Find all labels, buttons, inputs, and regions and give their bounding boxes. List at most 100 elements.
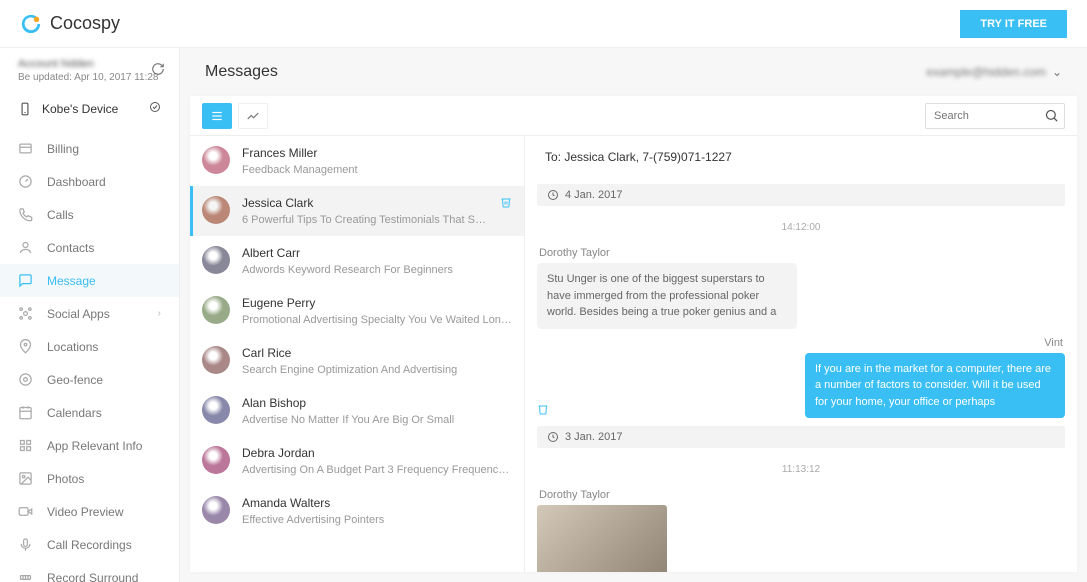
conversation-item[interactable]: Eugene Perry Promotional Advertising Spec… <box>190 286 524 336</box>
page-title: Messages <box>205 63 278 81</box>
contacts-icon <box>18 240 33 255</box>
search-icon[interactable] <box>1044 108 1059 126</box>
conversation-item[interactable]: Albert Carr Adwords Keyword Research For … <box>190 236 524 286</box>
sidebar: Account hidden Be updated: Apr 10, 2017 … <box>0 48 180 582</box>
sidebar-item-dashboard[interactable]: Dashboard <box>0 165 179 198</box>
account-dropdown[interactable]: example@hidden.com ⌄ <box>926 65 1062 79</box>
conversation-item[interactable]: Alan Bishop Advertise No Matter If You Ar… <box>190 386 524 436</box>
sidebar-item-label: Call Recordings <box>47 538 132 552</box>
sidebar-item-billing[interactable]: Billing <box>0 132 179 165</box>
try-free-button[interactable]: TRY IT FREE <box>960 10 1067 38</box>
chevron-down-icon: ⌄ <box>1052 65 1062 79</box>
device-selector[interactable]: Kobe's Device <box>0 91 179 126</box>
message-image[interactable] <box>537 505 667 572</box>
conversation-preview: Search Engine Optimization And Advertisi… <box>242 364 512 376</box>
account-name-masked: Account hidden <box>18 58 161 70</box>
conversation-preview: Advertise No Matter If You Are Big Or Sm… <box>242 414 512 426</box>
sidebar-item-label: Contacts <box>47 241 94 255</box>
message-row: If you are in the market for a computer,… <box>537 353 1065 419</box>
sidebar-item-photos[interactable]: Photos <box>0 462 179 495</box>
conversation-name: Eugene Perry <box>242 296 512 310</box>
chart-view-button[interactable] <box>238 103 268 129</box>
sidebar-item-calendars[interactable]: Calendars <box>0 396 179 429</box>
avatar <box>202 196 230 224</box>
conversation-list: Frances Miller Feedback Management Jessica… <box>190 136 525 572</box>
sidebar-item-label: Billing <box>47 142 79 156</box>
avatar <box>202 446 230 474</box>
sidebar-item-record-surround[interactable]: Record Surround <box>0 561 179 582</box>
clock-icon <box>547 189 559 201</box>
sidebar-item-label: Calls <box>47 208 74 222</box>
message-sender: Vint <box>539 337 1063 349</box>
conversation-item[interactable]: Carl Rice Search Engine Optimization And … <box>190 336 524 386</box>
conversation-item[interactable]: Frances Miller Feedback Management <box>190 136 524 186</box>
avatar <box>202 146 230 174</box>
conversation-name: Debra Jordan <box>242 446 512 460</box>
brand-logo[interactable]: Cocospy <box>20 13 120 35</box>
chevron-right-icon: › <box>158 308 161 319</box>
sidebar-item-label: Video Preview <box>47 505 124 519</box>
conversation-item[interactable]: Amanda Walters Effective Advertising Poin… <box>190 486 524 536</box>
sidebar-item-label: App Relevant Info <box>47 439 142 453</box>
refresh-icon[interactable] <box>151 62 165 79</box>
sidebar-item-label: Record Surround <box>47 571 138 582</box>
clock-icon <box>547 431 559 443</box>
sidebar-item-call-recordings[interactable]: Call Recordings <box>0 528 179 561</box>
avatar <box>202 246 230 274</box>
call-recordings-icon <box>18 537 33 552</box>
sidebar-item-label: Message <box>47 274 96 288</box>
message-sender: Dorothy Taylor <box>539 247 1065 259</box>
sidebar-item-label: Dashboard <box>47 175 106 189</box>
sidebar-item-video-preview[interactable]: Video Preview <box>0 495 179 528</box>
app-relevant-info-icon <box>18 438 33 453</box>
device-name: Kobe's Device <box>42 102 118 116</box>
sidebar-item-geo-fence[interactable]: Geo-fence <box>0 363 179 396</box>
delete-message-icon[interactable] <box>537 403 549 418</box>
dashboard-icon <box>18 174 33 189</box>
conversation-name: Carl Rice <box>242 346 512 360</box>
sidebar-item-calls[interactable]: Calls <box>0 198 179 231</box>
conversation-preview: Promotional Advertising Specialty You Ve… <box>242 314 512 326</box>
delete-icon[interactable] <box>500 196 512 211</box>
geo-fence-icon <box>18 372 33 387</box>
avatar <box>202 396 230 424</box>
message-bubble: Stu Unger is one of the biggest supersta… <box>537 263 797 329</box>
cocospy-logo-icon <box>20 13 42 35</box>
conversation-item[interactable]: Debra Jordan Advertising On A Budget Part… <box>190 436 524 486</box>
sidebar-item-message[interactable]: Message <box>0 264 179 297</box>
thread-recipient: To: Jessica Clark, 7-(759)071-1227 <box>537 136 1065 178</box>
time-label: 14:12:00 <box>537 212 1065 243</box>
conversation-preview: Advertising On A Budget Part 3 Frequency… <box>242 464 512 476</box>
conversation-preview: Effective Advertising Pointers <box>242 514 512 526</box>
conversation-name: Alan Bishop <box>242 396 512 410</box>
list-view-button[interactable] <box>202 103 232 129</box>
locations-icon <box>18 339 33 354</box>
conversation-preview: Feedback Management <box>242 164 512 176</box>
conversation-name: Frances Miller <box>242 146 512 160</box>
chevron-down-icon <box>149 101 161 116</box>
conversation-name: Albert Carr <box>242 246 512 260</box>
sidebar-item-label: Photos <box>47 472 84 486</box>
sidebar-item-social-apps[interactable]: Social Apps › <box>0 297 179 330</box>
sidebar-item-locations[interactable]: Locations <box>0 330 179 363</box>
sidebar-item-app-relevant-info[interactable]: App Relevant Info <box>0 429 179 462</box>
message-row <box>537 505 1065 572</box>
message-sender: Dorothy Taylor <box>539 489 1065 501</box>
calls-icon <box>18 207 33 222</box>
social-apps-icon <box>18 306 33 321</box>
last-updated: Be updated: Apr 10, 2017 11:28 <box>18 72 161 83</box>
conversation-preview: Adwords Keyword Research For Beginners <box>242 264 512 276</box>
conversation-item[interactable]: Jessica Clark6 Powerful Tips To Creating… <box>190 186 524 236</box>
sidebar-item-label: Calendars <box>47 406 102 420</box>
conversation-name: Jessica Clark <box>242 196 488 210</box>
calendars-icon <box>18 405 33 420</box>
record-surround-icon <box>18 570 33 582</box>
sidebar-item-contacts[interactable]: Contacts <box>0 231 179 264</box>
message-bubble: If you are in the market for a computer,… <box>805 353 1065 419</box>
conversation-name: Amanda Walters <box>242 496 512 510</box>
sidebar-item-label: Social Apps <box>47 307 110 321</box>
message-icon <box>18 273 33 288</box>
video-preview-icon <box>18 504 33 519</box>
avatar <box>202 346 230 374</box>
billing-icon <box>18 141 33 156</box>
